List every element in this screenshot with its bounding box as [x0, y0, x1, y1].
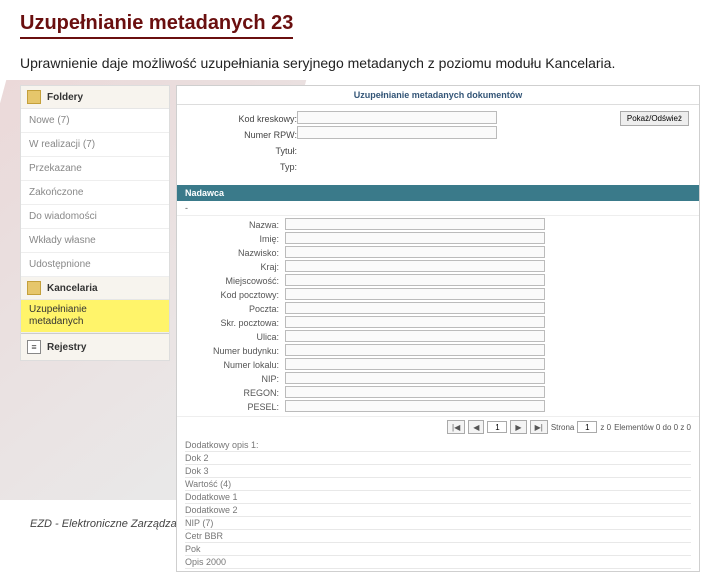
sidebar-group-foldery[interactable]: Foldery	[21, 86, 169, 109]
sidebar-item[interactable]: Zakończone	[21, 181, 169, 205]
text-input[interactable]	[285, 302, 545, 314]
extra-item: Dok 3	[185, 465, 691, 478]
field-label: PESEL:	[185, 400, 285, 414]
field-label: NIP:	[185, 372, 285, 386]
field-label: Miejscowość:	[185, 274, 285, 288]
text-input[interactable]	[285, 288, 545, 300]
field-label: Numer RPW:	[187, 127, 297, 143]
pager-elements-label: Elementów 0 do 0 z 0	[614, 423, 691, 432]
form-rows: Nazwa: Imię: Nazwisko: Kraj: Miejscowość…	[177, 216, 699, 416]
pager: |◀ ◀ ▶ ▶| Strona z 0 Elementów 0 do 0 z …	[177, 416, 699, 437]
sidebar-item[interactable]: Nowe (7)	[21, 109, 169, 133]
rpw-input[interactable]	[297, 126, 497, 139]
body-paragraph: Uprawnienie daje możliwość uzupełniania …	[20, 49, 700, 77]
text-input[interactable]	[285, 218, 545, 230]
text-input[interactable]	[285, 372, 545, 384]
form-header: Uzupełnianie metadanych dokumentów	[177, 86, 699, 105]
text-input[interactable]	[285, 246, 545, 258]
text-input[interactable]	[285, 386, 545, 398]
field-label: Tytuł:	[187, 143, 297, 159]
extra-item: Opis 2000	[185, 556, 691, 569]
field-label: Nazwisko:	[185, 246, 285, 260]
text-input[interactable]	[285, 358, 545, 370]
field-label: Kraj:	[185, 260, 285, 274]
text-input[interactable]	[285, 232, 545, 244]
registry-icon: ≡	[27, 340, 41, 354]
sidebar-item[interactable]: Wkłady własne	[21, 229, 169, 253]
pager-page-input2[interactable]	[577, 421, 597, 433]
field-label: Typ:	[187, 159, 297, 175]
text-input[interactable]	[285, 260, 545, 272]
extra-item: Dodatkowe 2	[185, 504, 691, 517]
toggle-button[interactable]: Pokaż/Odśwież	[620, 111, 689, 126]
text-input[interactable]	[285, 344, 545, 356]
extra-item: Dok 2	[185, 452, 691, 465]
page-title: Uzupełnianie metadanych 23	[20, 12, 293, 39]
field-label: Skr. pocztowa:	[185, 316, 285, 330]
highlight-line: metadanych	[29, 316, 83, 327]
pager-strona-label: Strona	[551, 423, 575, 432]
pager-first-button[interactable]: |◀	[447, 420, 465, 434]
text-input[interactable]	[285, 316, 545, 328]
field-label: REGON:	[185, 386, 285, 400]
sidebar-item[interactable]: W realizacji (7)	[21, 133, 169, 157]
field-label: Ulica:	[185, 330, 285, 344]
extra-item: Pok	[185, 543, 691, 556]
text-input[interactable]	[285, 330, 545, 342]
field-label: Imię:	[185, 232, 285, 246]
section-dash: -	[177, 201, 699, 216]
sidebar-item[interactable]: Udostępnione	[21, 253, 169, 277]
extra-item: Dodatkowe 1	[185, 491, 691, 504]
field-label: Kod kreskowy:	[187, 111, 297, 127]
pager-total-label: z 0	[600, 423, 611, 432]
sidebar-group-kancelaria[interactable]: Kancelaria	[21, 277, 169, 300]
sidebar-group-label: Kancelaria	[47, 283, 98, 294]
sidebar-panel: Foldery Nowe (7) W realizacji (7) Przeka…	[20, 85, 170, 361]
sidebar-item[interactable]: Przekazane	[21, 157, 169, 181]
pager-page-input[interactable]	[487, 421, 507, 433]
folder-icon	[27, 90, 41, 104]
text-input[interactable]	[285, 274, 545, 286]
field-label: Poczta:	[185, 302, 285, 316]
extra-item: NIP (7)	[185, 517, 691, 530]
pager-prev-button[interactable]: ◀	[468, 420, 484, 434]
extra-fields: Dodatkowy opis 1: Dok 2 Dok 3 Wartość (4…	[177, 437, 699, 571]
extra-label: Dodatkowy opis 1:	[185, 439, 691, 452]
barcode-input[interactable]	[297, 111, 497, 124]
sidebar-group-label: Foldery	[47, 92, 83, 103]
folder-icon	[27, 281, 41, 295]
highlight-line: Uzupełnianie	[29, 304, 87, 315]
text-input[interactable]	[285, 400, 545, 412]
pager-next-button[interactable]: ▶	[510, 420, 526, 434]
form-top-fields: Kod kreskowy: Numer RPW: Tytuł: Typ:	[177, 105, 620, 181]
extra-item: Wartość (4)	[185, 478, 691, 491]
screenshot-area: Foldery Nowe (7) W realizacji (7) Przeka…	[20, 85, 700, 572]
field-label: Kod pocztowy:	[185, 288, 285, 302]
field-label: Numer budynku:	[185, 344, 285, 358]
field-label: Nazwa:	[185, 218, 285, 232]
sidebar-item[interactable]: Do wiadomości	[21, 205, 169, 229]
sidebar-group-rejestry[interactable]: ≡ Rejestry	[21, 333, 169, 360]
extra-item: Cetr BBR	[185, 530, 691, 543]
field-label: Numer lokalu:	[185, 358, 285, 372]
sidebar-item-highlighted[interactable]: Uzupełnianie metadanych	[21, 300, 169, 333]
section-nadawca: Nadawca	[177, 185, 699, 201]
pager-last-button[interactable]: ▶|	[530, 420, 548, 434]
form-panel: Uzupełnianie metadanych dokumentów Pokaż…	[176, 85, 700, 572]
sidebar-group-label: Rejestry	[47, 342, 86, 353]
